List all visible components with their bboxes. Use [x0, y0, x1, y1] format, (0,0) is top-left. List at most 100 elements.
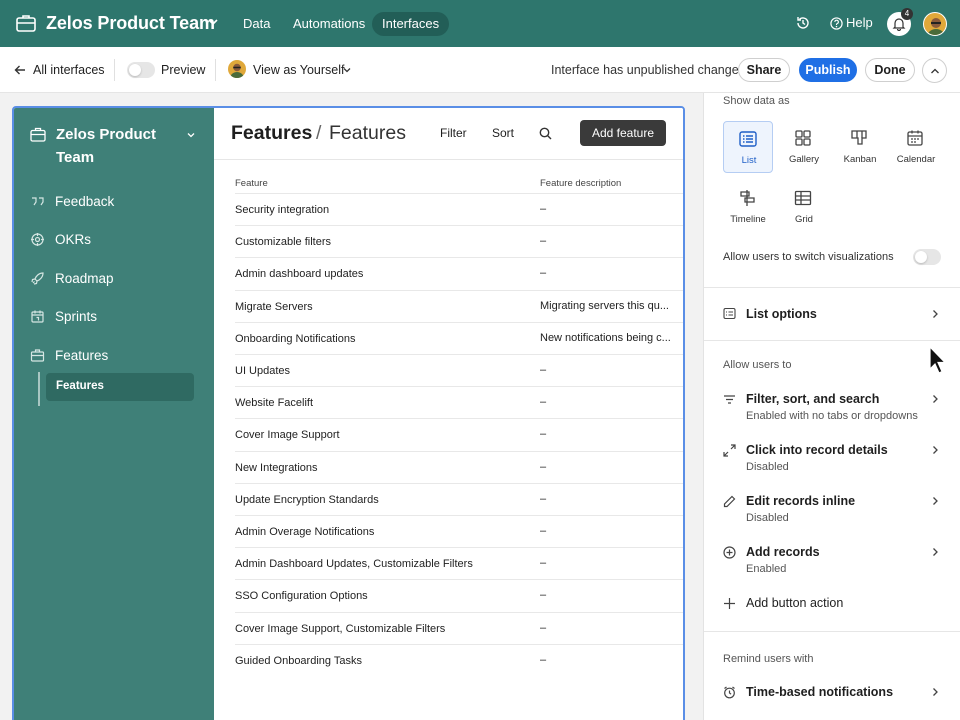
expand-icon: [723, 444, 736, 457]
grid-icon: [794, 190, 812, 206]
feature-cell: Customizable filters: [235, 236, 331, 249]
filter-button[interactable]: Filter: [440, 126, 467, 140]
chevron-right-icon[interactable]: [931, 445, 939, 455]
chevron-right-icon[interactable]: [931, 496, 939, 506]
description-cell: –: [540, 492, 547, 505]
option-add-records[interactable]: Add records: [746, 545, 820, 559]
rocket-icon: [31, 272, 44, 285]
mouse-cursor-icon: [929, 345, 947, 374]
nav-automations[interactable]: Automations: [283, 12, 375, 36]
table-row[interactable]: Customizable filters –: [235, 225, 683, 257]
table-row[interactable]: Cover Image Support –: [235, 418, 683, 450]
done-button[interactable]: Done: [865, 58, 915, 82]
sidebar-item-features[interactable]: Features: [26, 341, 194, 371]
briefcase-icon: [30, 349, 45, 362]
sidebar-item-label: Features: [55, 348, 109, 363]
chevron-right-icon[interactable]: [931, 687, 939, 697]
viz-gallery[interactable]: Gallery: [779, 121, 829, 173]
sort-button[interactable]: Sort: [492, 126, 514, 140]
viz-list[interactable]: List: [723, 121, 773, 173]
plus-circle-icon: [723, 546, 736, 559]
remind-users-label: Remind users with: [723, 653, 814, 665]
notifications-button[interactable]: 4: [887, 8, 913, 36]
preview-toggle[interactable]: [127, 62, 155, 78]
table-row[interactable]: Update Encryption Standards –: [235, 482, 683, 515]
top-bar: Zelos Product Team Data Automations Inte…: [0, 0, 960, 47]
table-row[interactable]: UI Updates –: [235, 354, 683, 386]
column-header-description[interactable]: Feature description: [540, 178, 621, 189]
history-icon[interactable]: [795, 15, 811, 31]
table-row[interactable]: Onboarding Notifications New notification…: [235, 321, 683, 354]
all-interfaces-link[interactable]: All interfaces: [33, 63, 105, 77]
help-icon: [830, 17, 843, 30]
viz-timeline[interactable]: Timeline: [723, 181, 773, 233]
table-row[interactable]: Admin Dashboard Updates, Customizable Fi…: [235, 547, 683, 579]
viz-grid[interactable]: Grid: [779, 181, 829, 233]
add-feature-button[interactable]: Add feature: [580, 120, 666, 146]
nav-data[interactable]: Data: [233, 12, 280, 36]
sidebar-item-feedback[interactable]: Feedback: [26, 187, 194, 217]
table-row[interactable]: SSO Configuration Options –: [235, 579, 683, 611]
feature-cell: Guided Onboarding Tasks: [235, 654, 362, 667]
sidebar-title[interactable]: Zelos Product Team: [56, 123, 176, 169]
option-filter-sort-search[interactable]: Filter, sort, and search: [746, 392, 879, 406]
sidebar-item-sprints[interactable]: Sprints: [26, 302, 194, 332]
interface-preview-frame[interactable]: Zelos Product Team Feedback OKRs Roadmap…: [12, 106, 685, 720]
sidebar-item-label: Feedback: [55, 194, 115, 209]
table-row[interactable]: Website Facelift –: [235, 386, 683, 418]
table-row[interactable]: Migrate Servers Migrating servers this qu…: [235, 289, 683, 322]
chevron-right-icon[interactable]: [931, 309, 939, 319]
option-time-based-notifications[interactable]: Time-based notifications: [746, 685, 893, 699]
list-options-row[interactable]: List options: [746, 307, 817, 321]
feature-cell: Admin dashboard updates: [235, 268, 364, 281]
chevron-down-icon[interactable]: [207, 16, 219, 28]
help-button[interactable]: Help: [830, 15, 873, 31]
sidebar-item-label: OKRs: [55, 232, 92, 247]
view-as-dropdown[interactable]: View as Yourself: [253, 63, 345, 77]
list-icon: [739, 131, 757, 147]
chevron-down-icon[interactable]: [342, 65, 352, 75]
chevron-down-icon[interactable]: [186, 130, 196, 140]
table-row[interactable]: Security integration –: [235, 193, 683, 225]
kanban-icon: [851, 130, 867, 145]
table-row[interactable]: Admin dashboard updates –: [235, 257, 683, 289]
plus-icon: [724, 598, 735, 609]
viz-label: Grid: [795, 214, 813, 225]
calendar-icon: [31, 310, 44, 323]
table-row[interactable]: Guided Onboarding Tasks –: [235, 643, 683, 676]
viz-kanban[interactable]: Kanban: [835, 121, 885, 173]
sidebar-subitem-features[interactable]: Features: [46, 373, 194, 401]
sidebar-item-roadmap[interactable]: Roadmap: [26, 264, 194, 294]
avatar-image: [927, 18, 945, 35]
option-click-record-details[interactable]: Click into record details: [746, 443, 888, 457]
sidebar-item-okrs[interactable]: OKRs: [26, 225, 194, 255]
feature-cell: Migrate Servers: [235, 300, 313, 313]
preview-label: Preview: [161, 63, 206, 77]
option-edit-inline[interactable]: Edit records inline: [746, 494, 855, 508]
briefcase-icon: [16, 15, 36, 32]
interface-sidebar: Zelos Product Team Feedback OKRs Roadmap…: [14, 108, 214, 720]
viz-calendar[interactable]: Calendar: [891, 121, 941, 173]
chevron-right-icon[interactable]: [931, 394, 939, 404]
table-row[interactable]: Admin Overage Notifications –: [235, 515, 683, 547]
nav-interfaces[interactable]: Interfaces: [372, 12, 450, 36]
chevron-right-icon[interactable]: [931, 547, 939, 557]
user-avatar[interactable]: [923, 12, 947, 36]
table-row[interactable]: New Integrations –: [235, 450, 683, 483]
share-button[interactable]: Share: [738, 58, 790, 82]
description-cell: –: [540, 235, 547, 248]
list-icon: [723, 307, 736, 320]
divider: [214, 159, 683, 160]
base-title[interactable]: Zelos Product Team: [46, 13, 215, 34]
unpublished-status: Interface has unpublished changes: [551, 63, 745, 77]
arrow-left-icon[interactable]: [14, 64, 26, 76]
table-row[interactable]: Cover Image Support, Customizable Filter…: [235, 611, 683, 644]
collapse-toolbar-button[interactable]: [922, 58, 947, 83]
divider: [704, 287, 960, 288]
search-icon[interactable]: [539, 127, 552, 140]
publish-button[interactable]: Publish: [799, 58, 857, 82]
add-button-action[interactable]: Add button action: [746, 596, 843, 610]
column-header-feature[interactable]: Feature: [235, 178, 268, 189]
description-cell: –: [540, 267, 547, 280]
allow-switch-toggle[interactable]: [913, 249, 941, 265]
